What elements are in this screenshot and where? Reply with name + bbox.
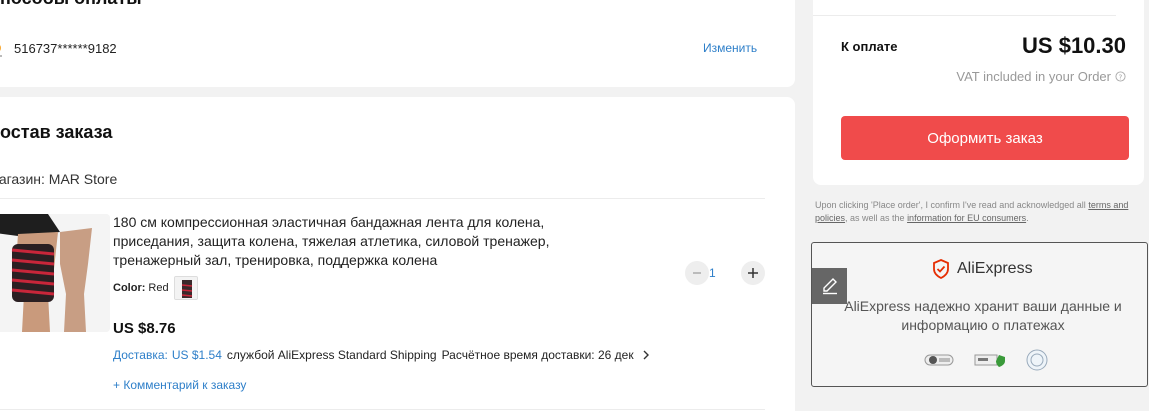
- payment-methods-card: Способы оплаты 516737******9182 Изменить: [0, 0, 795, 87]
- vat-note-text: VAT included in your Order: [956, 69, 1111, 84]
- color-label: Color:: [113, 282, 146, 294]
- color-row: Color: Red: [113, 276, 198, 300]
- quantity-value[interactable]: 1: [709, 266, 716, 280]
- product-price: US $8.76: [113, 320, 176, 337]
- add-comment-link[interactable]: + Комментарий к заказу: [113, 378, 246, 392]
- mastercard-icon: [0, 45, 2, 57]
- change-payment-link[interactable]: Изменить: [703, 41, 757, 55]
- payment-methods-title: Способы оплаты: [0, 0, 142, 9]
- consent-suffix: .: [1026, 213, 1029, 223]
- shipping-cost: US $1.54: [171, 348, 222, 362]
- info-icon[interactable]: ?: [1115, 71, 1126, 82]
- chevron-right-icon: [643, 350, 649, 360]
- edit-icon[interactable]: [812, 268, 847, 304]
- shipping-service: службой AliExpress Standard Shipping: [226, 348, 437, 362]
- shipping-label: Доставка:: [113, 348, 168, 362]
- quantity-increase-button[interactable]: [741, 261, 765, 285]
- consent-prefix: Upon clicking 'Place order', I confirm I…: [815, 200, 1086, 210]
- security-info-box: AliExpress AliExpress надежно хранит ваш…: [811, 242, 1148, 387]
- total-amount: US $10.30: [1022, 33, 1126, 58]
- vat-note: VAT included in your Order ?: [956, 69, 1126, 84]
- divider: [0, 198, 765, 199]
- product-image[interactable]: [0, 214, 110, 332]
- eu-consumers-info-link[interactable]: information for EU consumers: [907, 213, 1026, 223]
- order-contents-card: Состав заказа Магазин: MAR Store: [0, 97, 795, 411]
- minus-icon: [693, 272, 701, 274]
- quantity-decrease-button[interactable]: [685, 261, 709, 285]
- total-label: К оплате: [841, 39, 898, 54]
- place-order-button[interactable]: Оформить заказ: [841, 116, 1129, 160]
- divider: [0, 409, 765, 410]
- consent-middle: , as well as the: [845, 213, 905, 223]
- trust-badges: [924, 349, 1048, 371]
- order-summary-card: К оплате US $10.30 VAT included in your …: [813, 0, 1144, 185]
- card-number: 516737******9182: [14, 41, 117, 56]
- security-message: AliExpress надежно хранит ваши данные и …: [844, 298, 1122, 333]
- card-badge-icon: [974, 354, 1005, 367]
- shipping-info[interactable]: Доставка: US $1.54 службой AliExpress St…: [113, 348, 650, 362]
- consent-text: Upon clicking 'Place order', I confirm I…: [815, 199, 1145, 225]
- aliexpress-brand: AliExpress: [957, 260, 1033, 277]
- lock-badge-icon: [924, 354, 954, 366]
- svg-text:?: ?: [1119, 72, 1123, 81]
- store-name[interactable]: Магазин: MAR Store: [0, 171, 117, 187]
- divider: [813, 15, 1116, 16]
- product-title[interactable]: 180 см компрессионная эластичная бандажн…: [113, 213, 583, 270]
- shield-check-icon: [933, 259, 949, 279]
- order-contents-title: Состав заказа: [0, 122, 113, 142]
- plus-icon: [748, 268, 758, 278]
- color-value: Red: [148, 282, 169, 294]
- seal-badge-icon: [1026, 349, 1048, 371]
- shipping-eta: Расчётное время доставки: 26 дек: [441, 348, 634, 362]
- color-swatch-thumbnail: [173, 276, 198, 300]
